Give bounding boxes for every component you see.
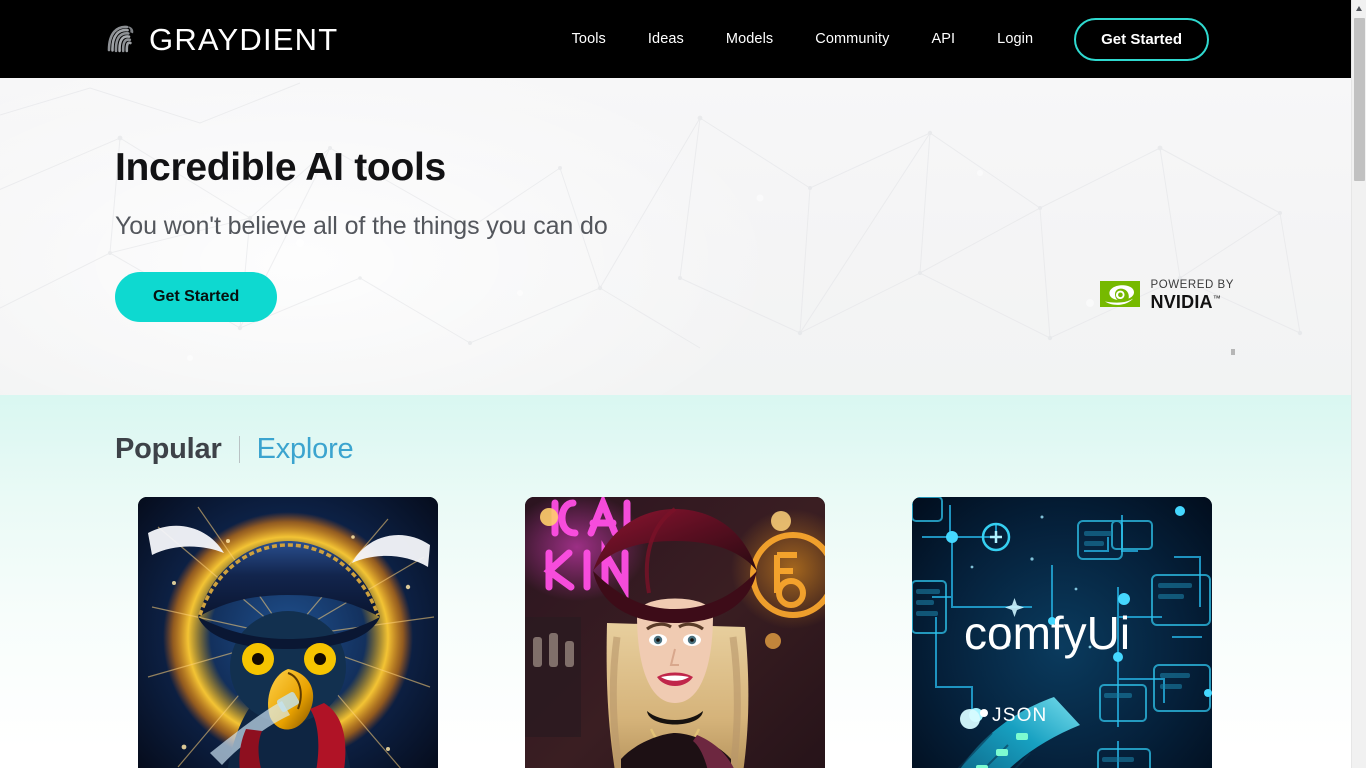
nav-item-ideas[interactable]: Ideas: [627, 23, 705, 55]
header-get-started-button[interactable]: Get Started: [1074, 17, 1209, 61]
mouse-cursor: [1231, 349, 1235, 355]
brand-logo[interactable]: GRAYDIENT: [102, 21, 338, 57]
nav-item-api[interactable]: API: [910, 23, 976, 55]
nvidia-wordmark: NVIDIA: [1150, 291, 1213, 312]
pirate-parrot-card[interactable]: [138, 497, 438, 768]
comfyui-card[interactable]: JSON comfyUi: [912, 497, 1212, 768]
chevron-up-icon[interactable]: [1352, 0, 1366, 17]
hero-title: Incredible AI tools: [115, 146, 446, 189]
site-header: GRAYDIENT Tools Ideas Models Community A…: [0, 0, 1351, 78]
nvidia-powered-by-label: POWERED BY: [1150, 279, 1234, 291]
hero-section: Incredible AI tools You won't believe al…: [0, 78, 1351, 395]
comfyui-json-label: JSON: [992, 705, 1047, 726]
nav-item-models[interactable]: Models: [705, 23, 794, 55]
fan-fingerprint-logo-icon: [102, 21, 138, 57]
pirate-woman-card[interactable]: [525, 497, 825, 768]
tab-explore[interactable]: Explore: [257, 433, 354, 466]
main-nav: Tools Ideas Models Community API Login G…: [551, 17, 1209, 61]
tab-popular[interactable]: Popular: [115, 433, 222, 466]
browser-viewport: GRAYDIENT Tools Ideas Models Community A…: [0, 0, 1366, 768]
hero-get-started-button[interactable]: Get Started: [115, 271, 278, 322]
nav-item-tools[interactable]: Tools: [551, 23, 627, 55]
page-content: GRAYDIENT Tools Ideas Models Community A…: [0, 0, 1351, 768]
nav-item-community[interactable]: Community: [794, 23, 910, 55]
card-grid: JSON comfyUi: [0, 466, 1351, 768]
section-tabs: Popular Explore: [0, 395, 1351, 466]
tab-divider: [238, 436, 240, 463]
hero-subtitle: You won't believe all of the things you …: [115, 211, 608, 240]
scrollbar-thumb[interactable]: [1354, 18, 1365, 181]
nav-item-login[interactable]: Login: [976, 23, 1054, 55]
powered-by-nvidia-badge: POWERED BY NVIDIA™: [1098, 276, 1234, 313]
nvidia-trademark: ™: [1212, 293, 1221, 303]
nvidia-eye-icon: [1098, 279, 1142, 309]
brand-name: GRAYDIENT: [149, 21, 339, 57]
comfyui-wordmark: comfyUi: [964, 607, 1130, 659]
popular-section: Popular Explore JSON comfyUi: [0, 395, 1351, 768]
vertical-scrollbar[interactable]: [1351, 0, 1366, 768]
